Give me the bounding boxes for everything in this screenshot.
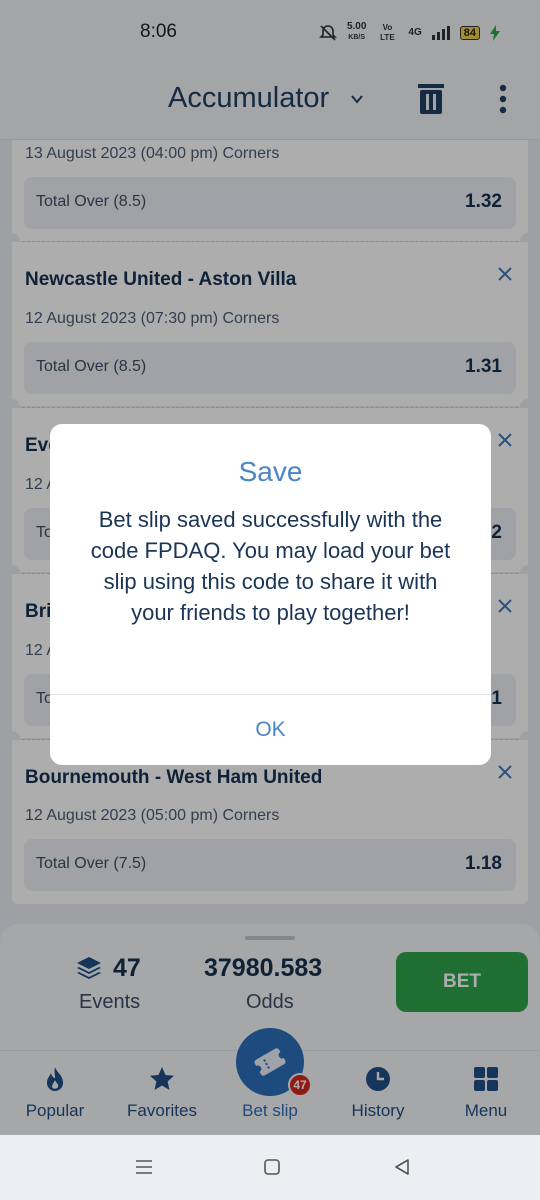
back-icon[interactable]: [392, 1157, 412, 1177]
recents-icon[interactable]: [134, 1157, 154, 1177]
dialog-message: Bet slip saved successfully with the cod…: [90, 507, 451, 625]
save-dialog: Save Bet slip saved successfully with th…: [50, 424, 491, 765]
dialog-title: Save: [238, 456, 303, 487]
home-icon[interactable]: [262, 1157, 282, 1177]
ok-button[interactable]: OK: [50, 695, 491, 765]
system-nav-bar: [0, 1135, 540, 1200]
